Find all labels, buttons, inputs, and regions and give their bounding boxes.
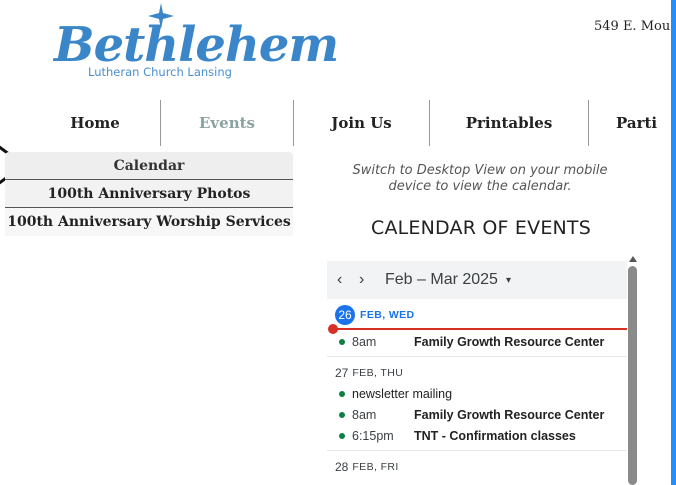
nav-join-us[interactable]: Join Us bbox=[294, 100, 429, 146]
event-item[interactable]: 6:15pm TNT - Confirmation classes bbox=[335, 425, 627, 446]
nav-participate[interactable]: Parti bbox=[616, 100, 671, 146]
calendar-heading: CALENDAR OF EVENTS bbox=[370, 217, 591, 239]
prev-icon[interactable]: ‹ bbox=[337, 271, 359, 289]
dropdown-caret-icon[interactable]: ▾ bbox=[506, 275, 511, 286]
day-group: 28 FEB, FRI bbox=[327, 451, 627, 481]
calendar-toolbar: ‹ › Feb – Mar 2025 ▾ bbox=[327, 261, 627, 299]
day-group: 27 FEB, THU newsletter mailing 8am Famil… bbox=[327, 357, 627, 451]
nav-printables[interactable]: Printables bbox=[430, 100, 588, 146]
nav-events[interactable]: Events bbox=[161, 100, 293, 146]
church-address: 549 E. Mou bbox=[594, 19, 671, 34]
event-dot-icon bbox=[339, 411, 345, 418]
events-dropdown-menu: Calendar 100th Anniversary Photos 100th … bbox=[5, 152, 293, 236]
day-number: 27 bbox=[335, 366, 349, 380]
menu-item-calendar[interactable]: Calendar bbox=[5, 152, 293, 180]
scroll-up-icon[interactable] bbox=[629, 256, 637, 262]
main-nav: Home Events Join Us Printables Parti bbox=[0, 100, 671, 146]
event-dot-icon bbox=[339, 338, 345, 345]
event-title: Family Growth Resource Center bbox=[414, 334, 605, 349]
event-item[interactable]: newsletter mailing bbox=[335, 383, 627, 404]
accent-strip bbox=[671, 0, 676, 485]
day-header: 28 FEB, FRI bbox=[335, 457, 627, 477]
calendar-scrollbar[interactable] bbox=[627, 256, 639, 485]
event-title: Family Growth Resource Center bbox=[414, 407, 605, 422]
day-header: 27 FEB, THU bbox=[335, 363, 627, 383]
event-title: TNT - Confirmation classes bbox=[414, 428, 576, 443]
menu-item-anniversary-worship[interactable]: 100th Anniversary Worship Services bbox=[5, 208, 293, 236]
current-time-line bbox=[333, 328, 627, 330]
nav-divider bbox=[588, 100, 589, 146]
date-range-label[interactable]: Feb – Mar 2025 bbox=[385, 271, 498, 289]
nav-home[interactable]: Home bbox=[30, 100, 160, 146]
event-time: 8am bbox=[352, 407, 377, 422]
day-weekday: FEB, FRI bbox=[352, 461, 399, 473]
event-item[interactable]: 8am Family Growth Resource Center bbox=[335, 331, 627, 352]
event-time: 6:15pm bbox=[352, 428, 394, 443]
event-dot-icon bbox=[339, 432, 345, 439]
day-group: 26 FEB, WED 8am Family Growth Resource C… bbox=[327, 299, 627, 357]
event-time: 8am bbox=[352, 334, 377, 349]
scrollbar-thumb[interactable] bbox=[628, 266, 637, 485]
logo-subtitle: Lutheran Church Lansing bbox=[88, 65, 232, 79]
day-weekday: FEB, WED bbox=[360, 309, 415, 321]
event-dot-icon bbox=[339, 390, 345, 397]
menu-item-anniversary-photos[interactable]: 100th Anniversary Photos bbox=[5, 180, 293, 208]
day-header: 26 FEB, WED bbox=[335, 305, 627, 325]
calendar-widget[interactable]: ‹ › Feb – Mar 2025 ▾ 26 FEB, WED 8am Fam… bbox=[327, 261, 627, 485]
day-weekday: FEB, THU bbox=[352, 367, 404, 379]
desktop-view-note: Switch to Desktop View on your mobile de… bbox=[352, 163, 608, 194]
event-title: newsletter mailing bbox=[352, 386, 453, 401]
event-item[interactable]: 8am Family Growth Resource Center bbox=[335, 404, 627, 425]
day-number: 26 bbox=[335, 305, 355, 325]
church-logo[interactable]: Bethlehem Lutheran Church Lansing bbox=[40, 3, 339, 85]
day-number: 28 bbox=[335, 460, 349, 474]
next-icon[interactable]: › bbox=[359, 271, 381, 289]
